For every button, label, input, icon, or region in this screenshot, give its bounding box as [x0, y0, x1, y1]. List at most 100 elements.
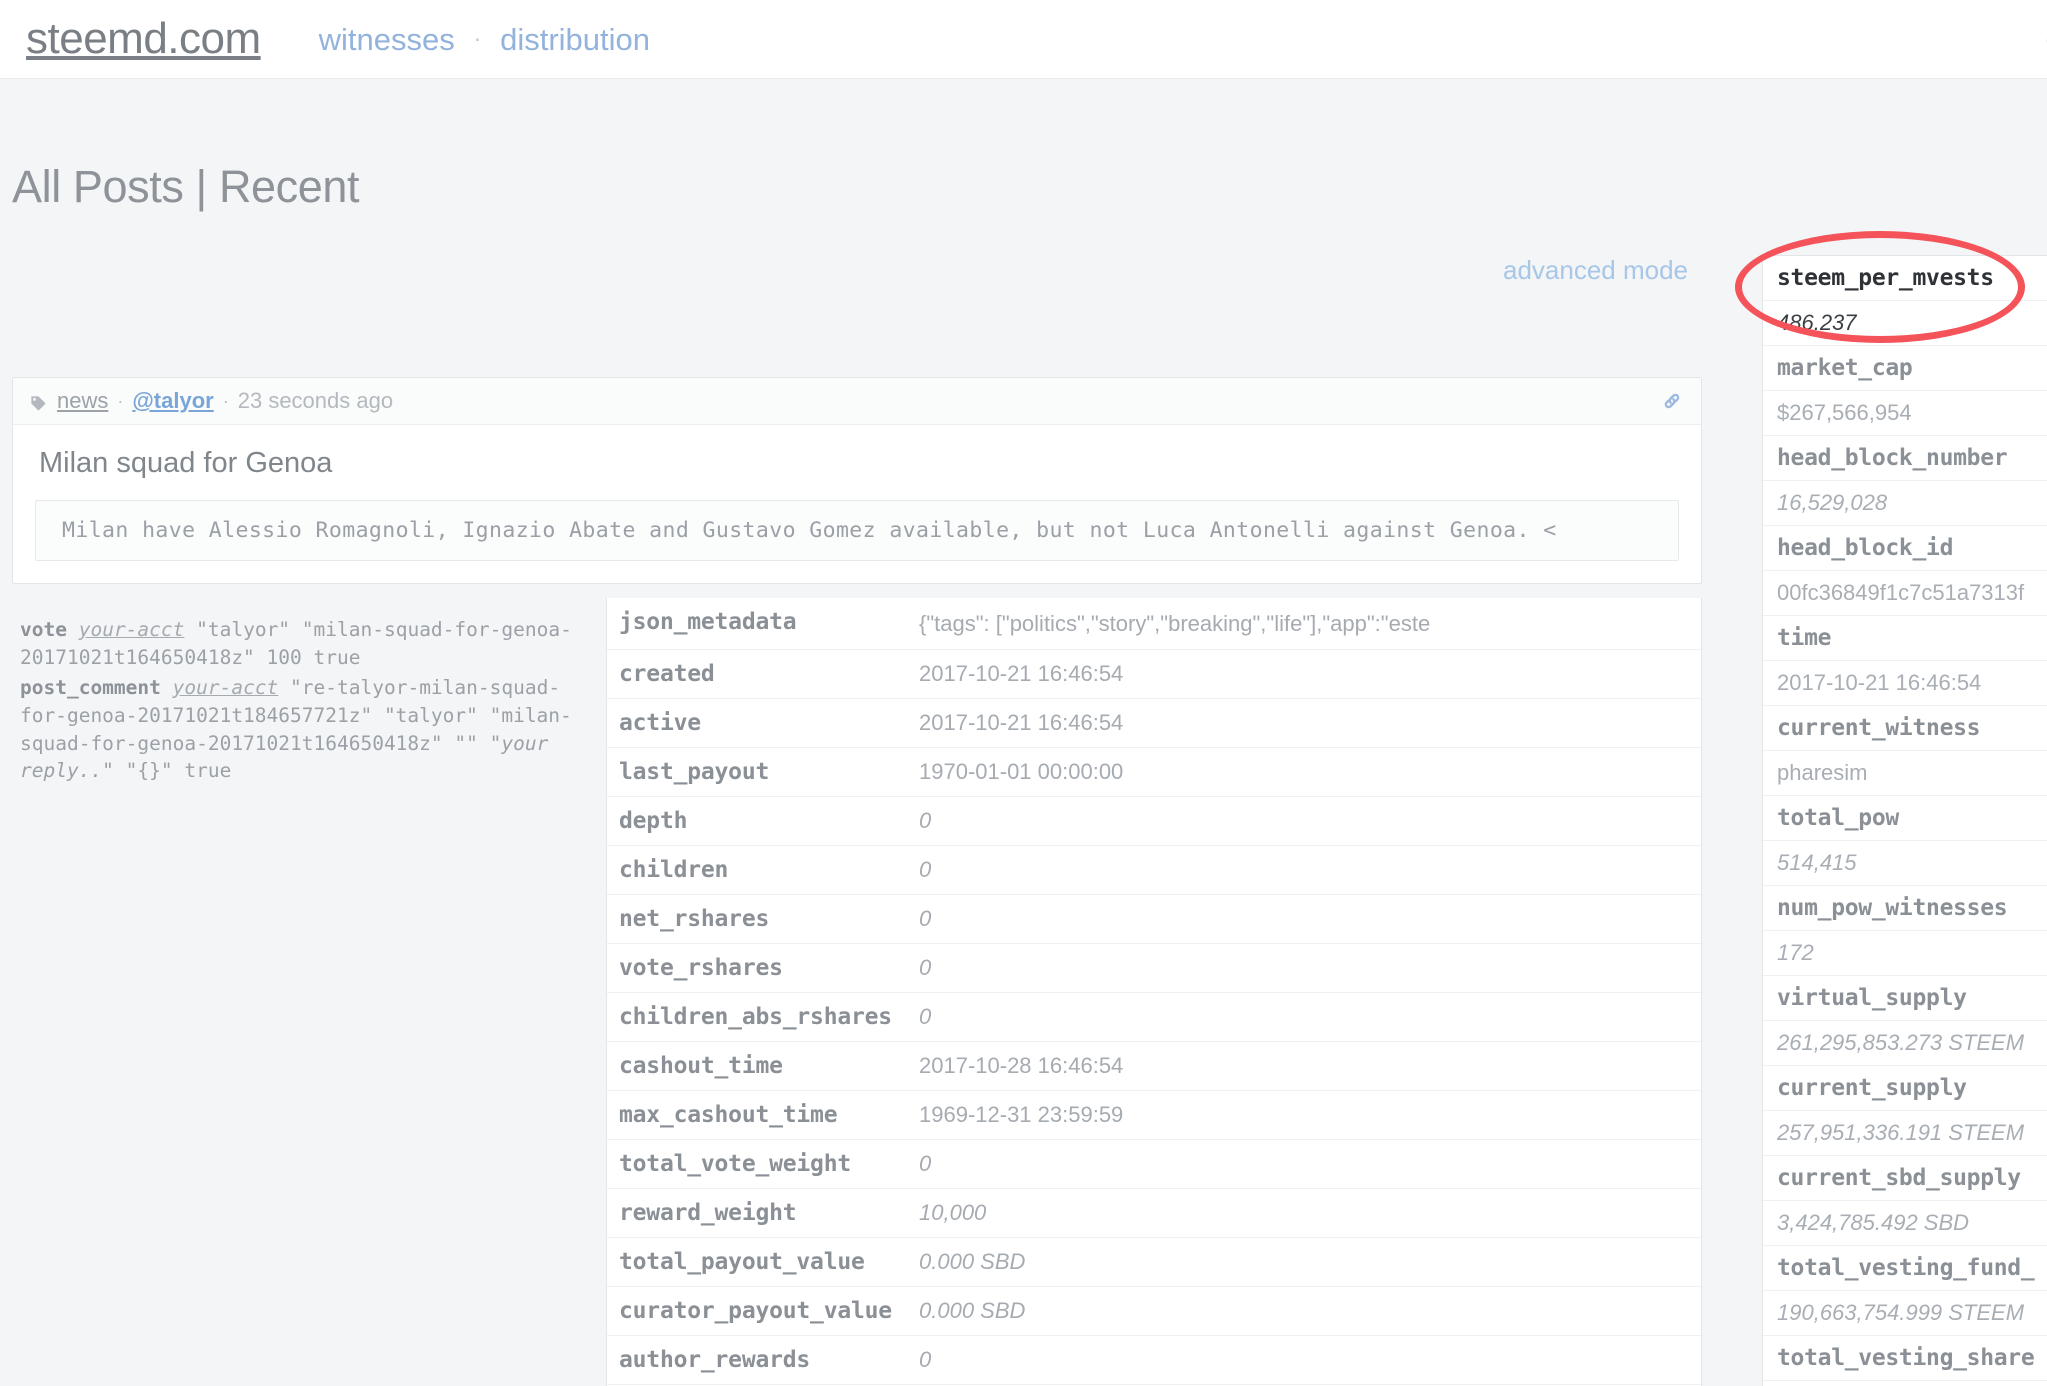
detail-key: depth	[607, 796, 907, 847]
sidebar-property-value-row: 190,663,754.999 STEEM	[1763, 1291, 2047, 1336]
sidebar-property-key: head_block_number	[1777, 445, 2008, 471]
table-row: cashout_time 2017-10-28 16:46:54	[607, 1041, 1701, 1092]
detail-key: children	[607, 845, 907, 896]
detail-key: net_rshares	[607, 894, 907, 945]
post-meta-separator-1: ·	[117, 390, 124, 411]
table-row: curator_payout_value 0.000 SBD	[607, 1286, 1701, 1337]
sidebar-property-key: current_sbd_supply	[1777, 1165, 2021, 1191]
table-row: vote_rshares 0	[607, 943, 1701, 994]
detail-key: max_cashout_time	[607, 1090, 907, 1141]
detail-value: 0	[907, 1139, 1701, 1190]
sidebar-property-value-row: 00fc36849f1c7c51a7313f	[1763, 571, 2047, 616]
sidebar-property-value: pharesim	[1777, 760, 1868, 785]
sidebar-property-key-row: head_block_id	[1763, 526, 2047, 571]
cli-account-placeholder-1: your-acct	[78, 618, 185, 641]
detail-value: 2017-10-28 16:46:54	[907, 1041, 1701, 1092]
sidebar-property-value-row: 257,951,336.191 STEEM	[1763, 1111, 2047, 1156]
table-row: total_payout_value 0.000 SBD	[607, 1237, 1701, 1288]
detail-value: 2017-10-21 16:46:54	[907, 649, 1701, 700]
nav-link-distribution[interactable]: distribution	[500, 24, 650, 55]
detail-value: 0	[907, 894, 1701, 945]
sidebar-property-key-row: head_block_number	[1763, 436, 2047, 481]
sidebar-property-value-row: 261,295,853.273 STEEM	[1763, 1021, 2047, 1066]
page-header: All Posts | Recent	[0, 79, 2047, 212]
sidebar-property-key-row: total_pow	[1763, 796, 2047, 841]
detail-key: total_payout_value	[607, 1237, 907, 1288]
detail-value: 1970-01-01 00:00:00	[907, 747, 1701, 798]
detail-value: 0	[907, 943, 1701, 994]
sidebar-property-key: current_witness	[1777, 715, 1981, 741]
sidebar-property-value-row: 2017-10-21 16:46:54	[1763, 661, 2047, 706]
table-row: active 2017-10-21 16:46:54	[607, 698, 1701, 749]
lower-section: vote your-acct "talyor" "milan-squad-for…	[12, 598, 1702, 1386]
sidebar-property-value-row: 514,415	[1763, 841, 2047, 886]
sidebar-property-value-row: $267,566,954	[1763, 391, 2047, 436]
sidebar-property-key-row: current_witness	[1763, 706, 2047, 751]
post-details-panel: json_metadata {"tags": ["politics","story…	[606, 598, 1702, 1386]
table-row: children 0	[607, 845, 1701, 896]
table-row: author_rewards 0	[607, 1335, 1701, 1386]
sidebar-property-value-row: 486.237	[1763, 301, 2047, 346]
sidebar-property-value: 172	[1777, 940, 1814, 965]
table-row: depth 0	[607, 796, 1701, 847]
link-icon[interactable]	[1660, 389, 1684, 413]
detail-value: 0.000 SBD	[907, 1237, 1701, 1288]
sidebar-property-key-row: current_supply	[1763, 1066, 2047, 1111]
detail-value: 0	[907, 796, 1701, 847]
sidebar-property-key: current_supply	[1777, 1075, 1967, 1101]
detail-key: author_rewards	[607, 1335, 907, 1386]
sidebar-property-value: 190,663,754.999 STEEM	[1777, 1300, 2025, 1325]
post-meta-header: news · @talyor · 23 seconds ago	[13, 378, 1701, 425]
detail-value: 1969-12-31 23:59:59	[907, 1090, 1701, 1141]
sidebar-property-key-row: time	[1763, 616, 2047, 661]
cli-op-vote: vote	[20, 618, 67, 641]
post-body-text: Milan have Alessio Romagnoli, Ignazio Ab…	[35, 500, 1679, 561]
sidebar-property-value: $267,566,954	[1777, 400, 1912, 425]
sidebar-property-value-row: 172	[1763, 931, 2047, 976]
detail-key: curator_payout_value	[607, 1286, 907, 1337]
sidebar-property-key: head_block_id	[1777, 535, 1954, 561]
top-navigation-bar: steemd.com witnesses · distribution c	[0, 0, 2047, 79]
post-title[interactable]: Milan squad for Genoa	[13, 425, 1701, 500]
sidebar-property-value: 2017-10-21 16:46:54	[1777, 670, 1982, 695]
detail-value: 10,000	[907, 1188, 1701, 1239]
post-details-table: json_metadata {"tags": ["politics","story…	[607, 598, 1701, 1386]
table-row: net_rshares 0	[607, 894, 1701, 945]
chain-properties-sidebar: steem_per_mvests 486.237 market_cap $267,56…	[1762, 255, 2047, 1386]
cli-op-post-comment: post_comment	[20, 675, 161, 699]
table-row: last_payout 1970-01-01 00:00:00	[607, 747, 1701, 798]
detail-key: cashout_time	[607, 1041, 907, 1092]
sidebar-property-key: market_cap	[1777, 355, 1913, 381]
sidebar-property-value: 514,415	[1777, 850, 1857, 875]
nav-link-witnesses[interactable]: witnesses	[319, 24, 455, 55]
sidebar-property-key-row: total_vesting_share	[1763, 1336, 2047, 1381]
site-brand-link[interactable]: steemd.com	[26, 17, 261, 61]
sidebar-property-value: 00fc36849f1c7c51a7313f	[1777, 580, 2025, 605]
sidebar-property-key: total_vesting_share	[1777, 1345, 2035, 1371]
sidebar-property-key-row: virtual_supply	[1763, 976, 2047, 1021]
table-row: json_metadata {"tags": ["politics","story…	[607, 598, 1701, 651]
sidebar-property-key-row: num_pow_witnesses	[1763, 886, 2047, 931]
sidebar-property-value-row: 16,529,028	[1763, 481, 2047, 526]
sidebar-property-value-row: pharesim	[1763, 751, 2047, 796]
cli-command-panel: vote your-acct "talyor" "milan-squad-for…	[12, 598, 606, 787]
post-category-link[interactable]: news	[57, 388, 108, 414]
detail-value: 0	[907, 845, 1701, 896]
sidebar-property-value: 16,529,028	[1777, 490, 1888, 515]
detail-value: {"tags": ["politics","story","breaking",…	[907, 598, 1701, 651]
sidebar-property-value-row: 3,424,785.492 SBD	[1763, 1201, 2047, 1246]
detail-key: children_abs_rshares	[607, 992, 907, 1043]
nav-separator: ·	[473, 26, 482, 51]
detail-key: total_vote_weight	[607, 1139, 907, 1190]
tag-icon	[29, 393, 48, 412]
detail-key: vote_rshares	[607, 943, 907, 994]
cli-command-post-comment: post_comment your-acct "re-talyor-milan-…	[20, 674, 596, 786]
detail-key: json_metadata	[607, 598, 907, 651]
sidebar-property-value: 3,424,785.492 SBD	[1777, 1210, 1970, 1235]
post-author-link[interactable]: @talyor	[132, 388, 213, 414]
sidebar-property-key: total_vesting_fund_	[1777, 1255, 2035, 1281]
detail-value-wrapped: {"tags": ["politics","story","breaking",…	[919, 611, 1431, 636]
advanced-mode-link[interactable]: advanced mode	[1503, 255, 1688, 286]
sidebar-property-key: total_pow	[1777, 805, 1899, 831]
table-row: created 2017-10-21 16:46:54	[607, 649, 1701, 700]
